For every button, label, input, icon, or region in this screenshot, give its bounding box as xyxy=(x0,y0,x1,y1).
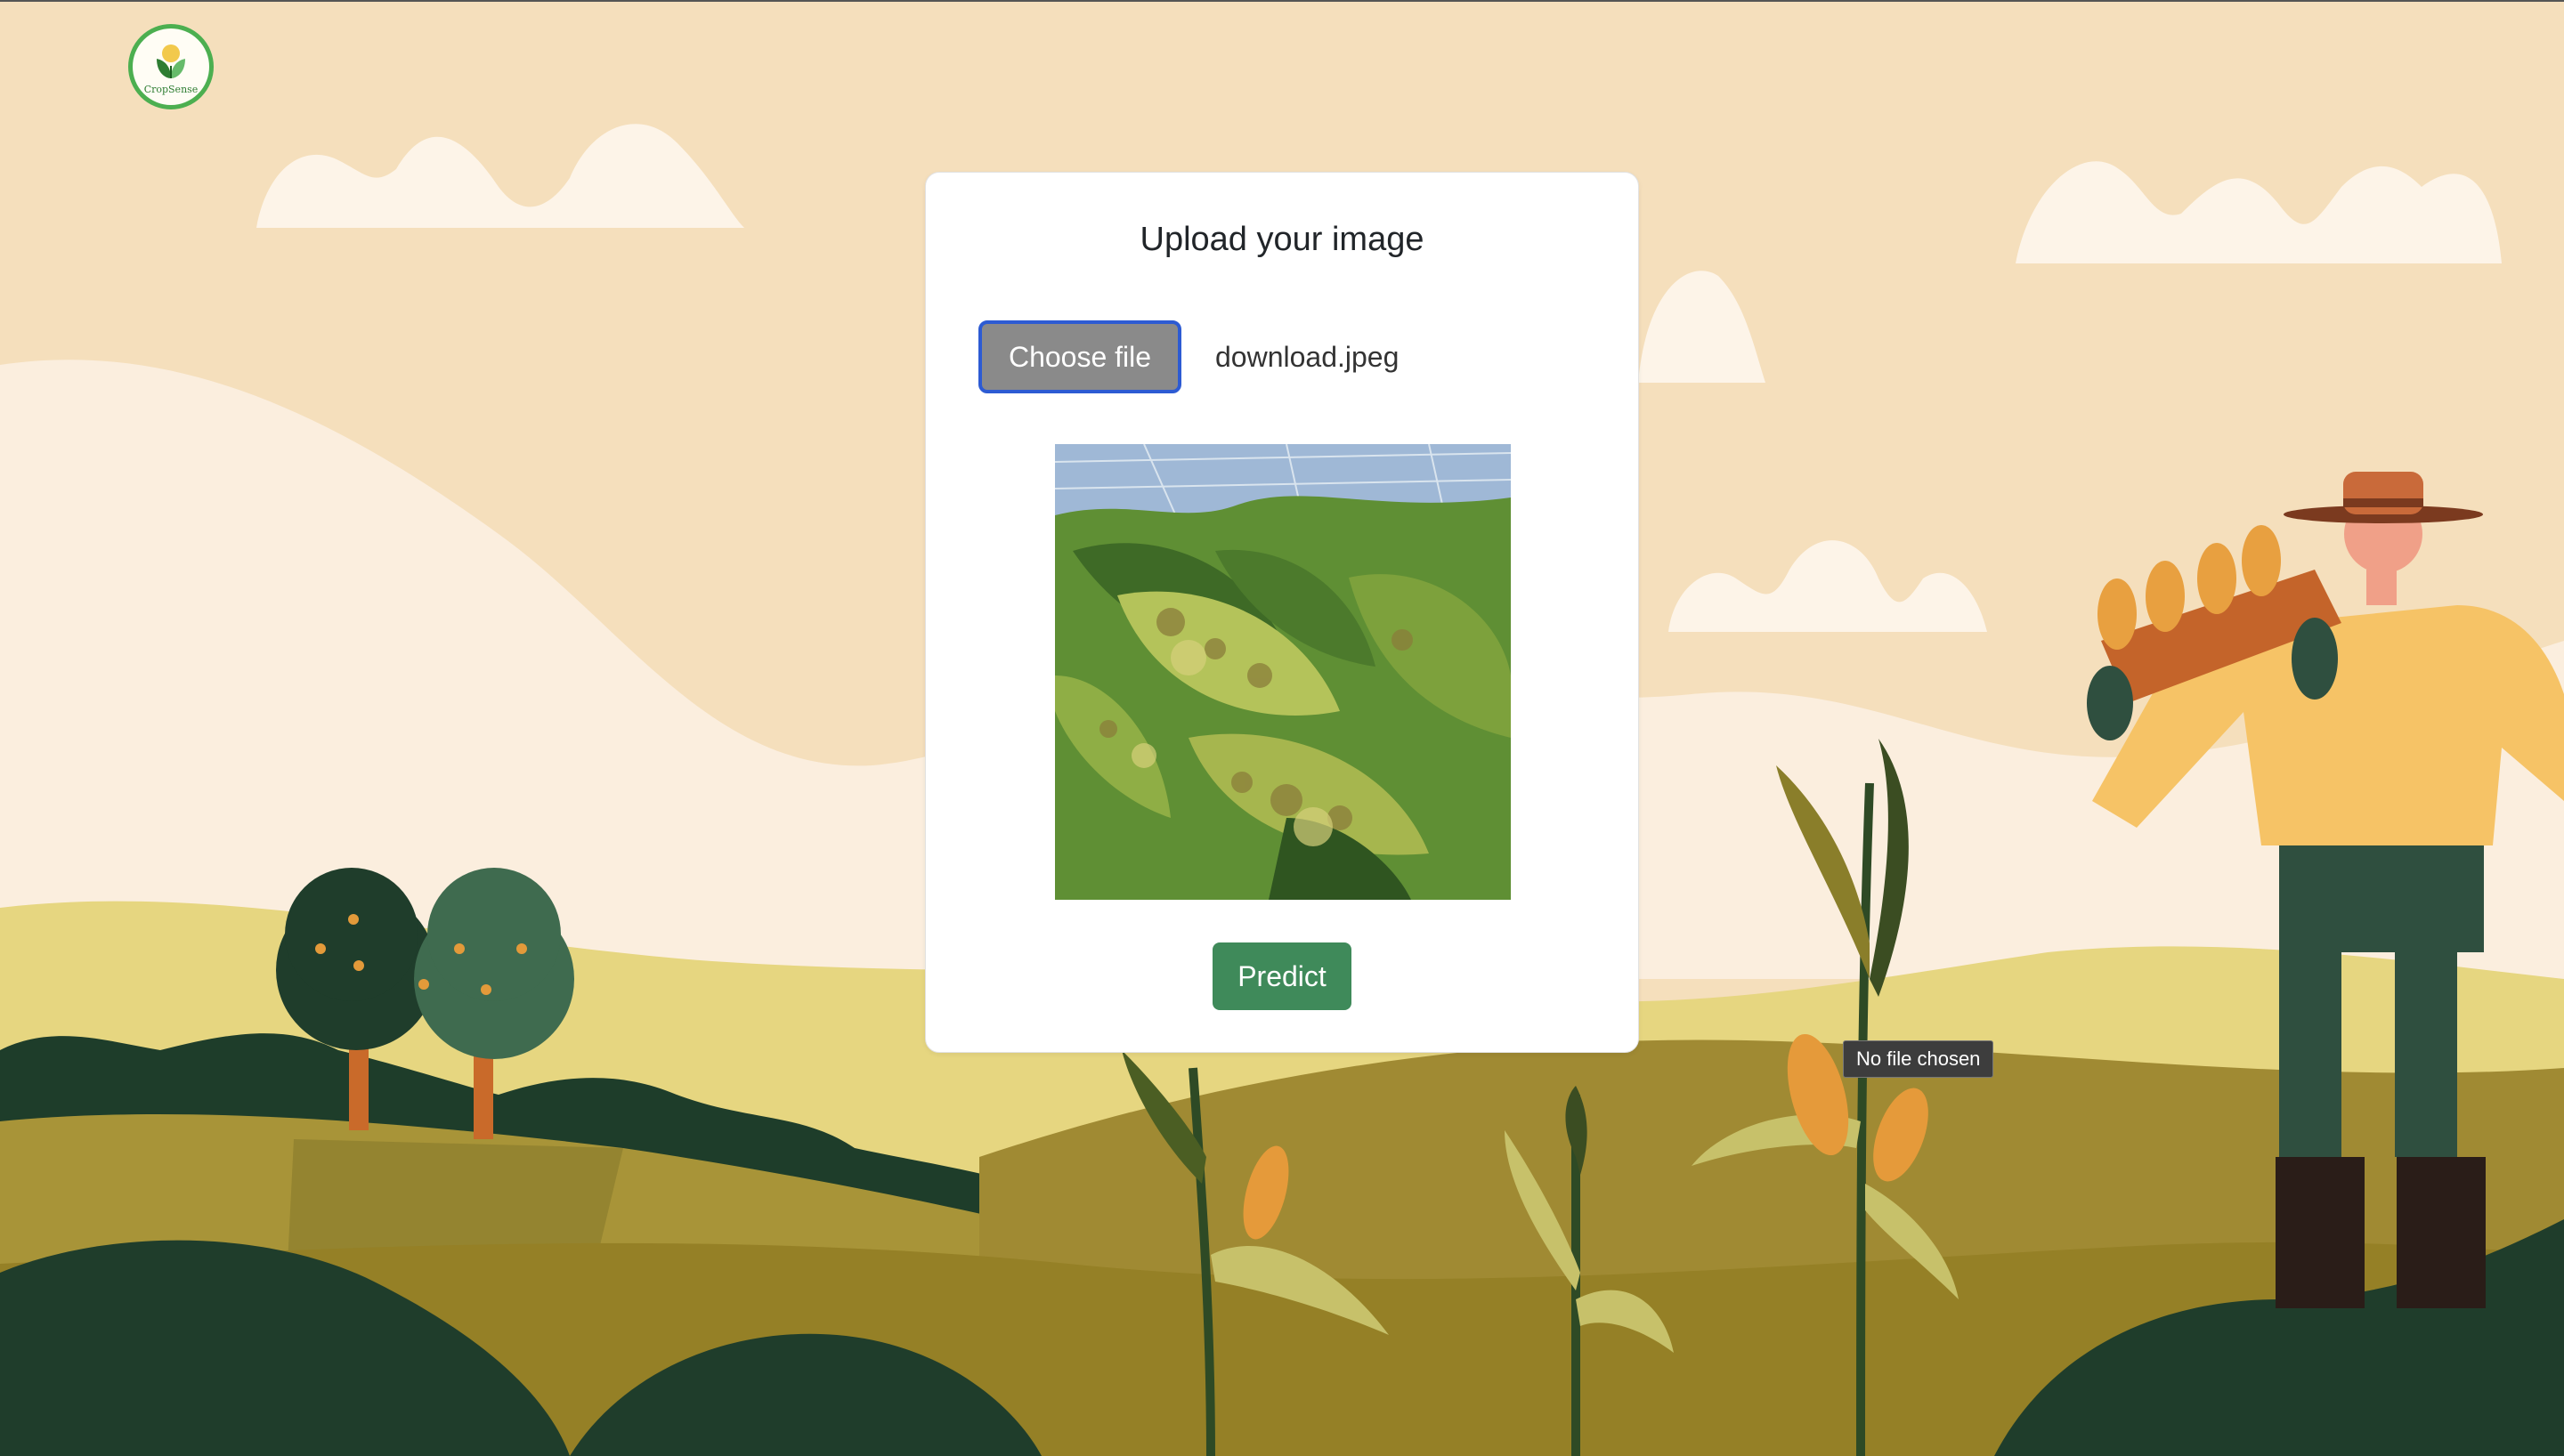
cloud-right xyxy=(2016,161,2502,263)
selected-file-name: download.jpeg xyxy=(1215,340,1400,373)
tree-crown-1b xyxy=(285,868,418,1001)
cloud-behind-card xyxy=(1638,271,1765,383)
cloud-left xyxy=(256,124,744,228)
cropsense-logo[interactable]: CropSense xyxy=(128,24,214,109)
uploaded-image-preview xyxy=(1055,444,1511,900)
tree-crown-2b xyxy=(427,868,561,1001)
file-input-row: Choose file download.jpeg xyxy=(978,320,1399,393)
predict-button[interactable]: Predict xyxy=(1213,942,1351,1010)
logo-text: CropSense xyxy=(143,83,199,95)
choose-file-button[interactable]: Choose file xyxy=(978,320,1181,393)
upload-card: Upload your image Choose file download.j… xyxy=(925,172,1639,1053)
upload-card-title: Upload your image xyxy=(1140,221,1424,258)
leaf-logo-icon xyxy=(157,44,185,78)
cloud-middle-right xyxy=(1668,540,1987,632)
file-input-tooltip: No file chosen xyxy=(1843,1040,1994,1078)
